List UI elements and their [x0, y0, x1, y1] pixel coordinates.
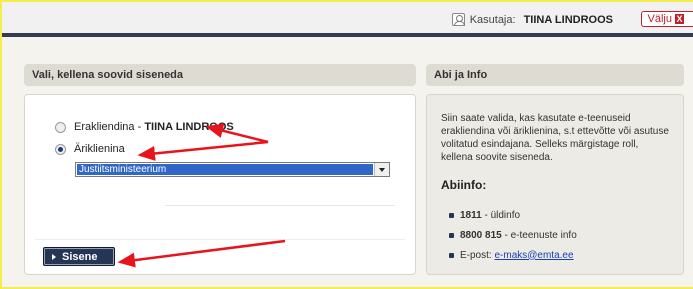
list-item: 1811 - üldinfo — [449, 205, 577, 225]
logout-label: Välju — [647, 13, 672, 25]
user-label: Kasutaja: — [469, 13, 516, 26]
info-panel: Siin saate valida, kas kasutate e-teenus… — [426, 94, 684, 275]
company-select[interactable]: Justiitsministeerium — [75, 162, 390, 177]
help-title: Abiinfo: — [441, 178, 487, 192]
list-item: 8800 815 - e-teenuste info — [449, 225, 577, 245]
private-client-option[interactable]: Erakliendina - TIINA LINDROOS — [55, 121, 234, 133]
bullet-icon — [449, 212, 454, 218]
info-panel-title: Abi ja Info — [426, 64, 684, 86]
business-client-radio[interactable] — [55, 143, 66, 155]
top-bar: Kasutaja: TIINA LINDROOS Välju X — [2, 2, 693, 37]
business-client-option[interactable]: Äriklienina — [55, 143, 125, 155]
close-icon: X — [675, 14, 684, 24]
bullet-icon — [449, 252, 454, 258]
role-selection-panel: Erakliendina - TIINA LINDROOS Äriklienin… — [24, 94, 416, 275]
play-icon — [52, 253, 56, 260]
business-client-label: Äriklienina — [74, 143, 125, 155]
user-name: TIINA LINDROOS — [523, 13, 613, 26]
help-list: 1811 - üldinfo 8800 815 - e-teenuste inf… — [449, 205, 577, 265]
logout-button[interactable]: Välju X — [640, 11, 693, 27]
submit-button[interactable]: Sisene — [43, 247, 115, 266]
list-item: E-post: e-maks@emta.ee — [449, 245, 577, 265]
private-client-radio[interactable] — [55, 121, 66, 133]
main-panel-title: Vali, kellena soovid siseneda — [24, 64, 416, 86]
bullet-icon — [449, 232, 454, 238]
info-description: Siin saate valida, kas kasutate e-teenus… — [441, 113, 669, 163]
private-client-label: Erakliendina - TIINA LINDROOS — [74, 121, 234, 133]
email-link[interactable]: e-maks@emta.ee — [494, 250, 573, 261]
user-icon — [451, 13, 465, 26]
chevron-down-icon[interactable] — [374, 163, 389, 176]
user-info: Kasutaja: TIINA LINDROOS — [451, 13, 613, 26]
submit-label: Sisene — [62, 250, 98, 263]
divider — [35, 239, 405, 240]
company-select-value: Justiitsministeerium — [77, 164, 373, 175]
divider — [165, 205, 395, 206]
